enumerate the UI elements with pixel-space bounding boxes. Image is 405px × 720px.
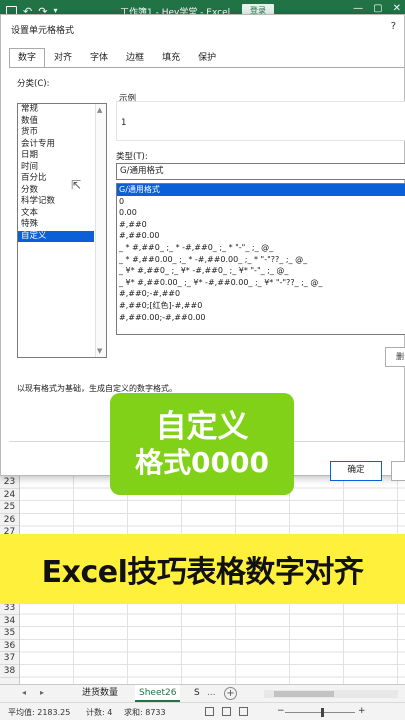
category-item[interactable]: 分数: [18, 185, 106, 197]
normal-view-icon[interactable]: [205, 707, 214, 716]
zoom-in-icon[interactable]: +: [358, 706, 366, 716]
status-bar: 平均值: 2183.25 计数: 4 求和: 8733 − +: [0, 702, 405, 720]
format-code-item[interactable]: _ ¥* #,##0_ ;_ ¥* -#,##0_ ;_ ¥* "-"_ ;_ …: [117, 265, 405, 277]
sheet-tab-bar: ◂ ▸ 进货数量 Sheet26 S ... +: [0, 684, 405, 702]
category-item[interactable]: 百分比: [18, 173, 106, 185]
tab-5[interactable]: 保护: [189, 48, 225, 68]
status-count: 计数: 4: [86, 708, 113, 717]
delete-button[interactable]: 删: [385, 347, 405, 367]
zoom-out-icon[interactable]: −: [277, 706, 285, 716]
add-sheet-icon[interactable]: +: [224, 687, 237, 700]
banner-text: Excel技巧表格数字对齐: [41, 555, 364, 590]
row-number[interactable]: 37: [0, 652, 19, 665]
sheet-tab-3[interactable]: S: [190, 685, 204, 702]
tab-3[interactable]: 边框: [117, 48, 153, 68]
category-list[interactable]: 常规 数值 货币 会计专用 日期 时间 百分比 分数 科学记数 文本 特殊 自定义 ▲ ▼: [17, 103, 107, 358]
sheet-tab-1[interactable]: 进货数量: [78, 685, 122, 702]
row-number[interactable]: 25: [0, 501, 19, 514]
help-icon[interactable]: ?: [391, 21, 396, 32]
more-sheets-icon[interactable]: ...: [203, 685, 220, 702]
sample-preview: 1: [116, 101, 405, 141]
tab-2[interactable]: 字体: [81, 48, 117, 68]
status-average: 平均值: 2183.25: [8, 708, 71, 717]
category-item[interactable]: 日期: [18, 150, 106, 162]
category-item[interactable]: 常规: [18, 104, 106, 116]
row-number[interactable]: 34: [0, 615, 19, 628]
format-code-list[interactable]: G/通用格式 0 0.00 #,##0 #,##0.00 _ * #,##0_ ;_ * …: [116, 183, 405, 335]
tabs-divider: [9, 67, 404, 68]
category-item[interactable]: 会计专用: [18, 139, 106, 151]
format-code-item[interactable]: #,##0;-#,##0: [117, 288, 405, 300]
prev-sheet-icon[interactable]: ◂: [22, 688, 26, 697]
format-code-item[interactable]: _ ¥* #,##0.00_ ;_ ¥* -#,##0.00_ ;_ ¥* "-…: [117, 277, 405, 289]
dialog-title: 设置单元格格式: [11, 26, 75, 36]
type-input[interactable]: G/通用格式: [116, 163, 405, 180]
cancel-button[interactable]: [391, 461, 405, 481]
caption-line-1: 自定义: [155, 409, 249, 445]
page-layout-icon[interactable]: [222, 707, 231, 716]
row-number[interactable]: 38: [0, 665, 19, 678]
ok-button[interactable]: 确定: [330, 461, 382, 481]
format-code-item[interactable]: #,##0.00;-#,##0.00: [117, 312, 405, 324]
tab-1[interactable]: 对齐: [45, 48, 81, 68]
row-number[interactable]: 35: [0, 627, 19, 640]
scroll-down-icon[interactable]: ▼: [97, 347, 102, 355]
minimize-icon[interactable]: —: [353, 3, 363, 14]
caption-line-2: 格式0000: [135, 446, 269, 479]
category-scrollbar[interactable]: ▲ ▼: [95, 104, 106, 357]
dialog-tabs: 数字 对齐 字体 边框 填充 保护: [9, 48, 225, 68]
row-number[interactable]: 24: [0, 489, 19, 502]
format-code-item[interactable]: #,##0.00: [117, 230, 405, 242]
category-label: 分类(C):: [17, 79, 50, 89]
category-item[interactable]: 数值: [18, 116, 106, 128]
format-code-item[interactable]: 0.00: [117, 207, 405, 219]
category-item[interactable]: 货币: [18, 127, 106, 139]
next-sheet-icon[interactable]: ▸: [40, 688, 44, 697]
sheet-tab-active[interactable]: Sheet26: [135, 685, 181, 702]
scroll-up-icon[interactable]: ▲: [97, 106, 102, 114]
scrollbar-thumb[interactable]: [274, 691, 334, 697]
type-label: 类型(T):: [116, 152, 148, 162]
category-item[interactable]: 文本: [18, 208, 106, 220]
tab-4[interactable]: 填充: [153, 48, 189, 68]
page-break-icon[interactable]: [239, 707, 248, 716]
zoom-slider[interactable]: [285, 712, 355, 713]
horizontal-scrollbar[interactable]: [264, 690, 398, 698]
row-number[interactable]: 23: [0, 476, 19, 489]
tip-banner: Excel技巧表格数字对齐: [0, 534, 405, 604]
format-code-item[interactable]: _ * #,##0.00_ ;_ * -#,##0.00_ ;_ * "-"??…: [117, 254, 405, 266]
format-code-item[interactable]: 0: [117, 196, 405, 208]
format-code-item[interactable]: #,##0: [117, 219, 405, 231]
category-item[interactable]: 特殊: [18, 219, 106, 231]
restore-icon[interactable]: ▢: [373, 3, 382, 14]
format-code-item[interactable]: #,##0;[红色]-#,##0: [117, 300, 405, 312]
category-item[interactable]: 时间: [18, 162, 106, 174]
row-number[interactable]: 26: [0, 514, 19, 527]
category-item[interactable]: 自定义: [18, 230, 94, 242]
status-sum: 求和: 8733: [124, 708, 166, 717]
tab-0[interactable]: 数字: [9, 48, 46, 68]
sample-value: 1: [121, 118, 127, 128]
format-code-item[interactable]: _ * #,##0_ ;_ * -#,##0_ ;_ * "-"_ ;_ @_: [117, 242, 405, 254]
row-number[interactable]: 36: [0, 640, 19, 653]
mouse-cursor-icon: ⇱: [71, 178, 82, 192]
close-icon[interactable]: ✕: [393, 3, 401, 14]
custom-format-caption: 自定义 格式0000: [110, 393, 294, 495]
format-code-item[interactable]: G/通用格式: [117, 184, 405, 196]
category-item[interactable]: 科学记数: [18, 196, 106, 208]
zoom-slider-knob[interactable]: [321, 708, 325, 717]
